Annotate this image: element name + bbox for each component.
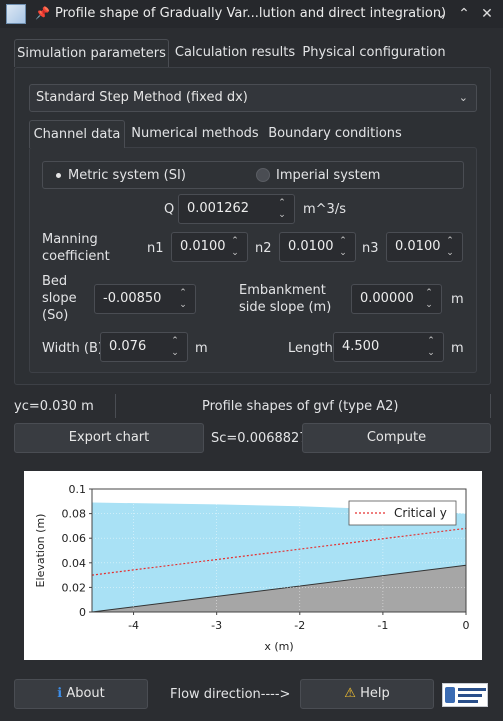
compute-button[interactable]: Compute (302, 423, 491, 453)
metric-radio[interactable] (51, 168, 65, 182)
status-separator (490, 394, 491, 418)
app-icon (6, 4, 26, 24)
manning-label: Manning coefficient (42, 232, 110, 264)
spin-down-icon[interactable]: ⌄ (276, 209, 288, 221)
n1-value: 0.0100 (180, 239, 226, 254)
embankment-value: 0.00000 (360, 291, 414, 306)
chevron-down-icon: ⌄ (458, 91, 468, 104)
imperial-radio[interactable] (256, 168, 270, 182)
q-value: 0.001262 (187, 201, 250, 216)
title-bar: 📌 Profile shape of Gradually Var...lutio… (0, 0, 503, 28)
y-axis-label: Elevation (m) (34, 514, 47, 588)
spin-down-icon[interactable]: ⌄ (423, 299, 435, 311)
pin-icon[interactable]: 📌 (35, 6, 50, 20)
help-button[interactable]: ⚠ Help (300, 679, 434, 709)
bed-slope-value: -0.00850 (103, 291, 162, 306)
y-tick-label: 0 (79, 606, 86, 619)
spin-up-icon[interactable]: ⌃ (444, 235, 456, 247)
embankment-spinbox[interactable]: 0.00000 ⌃ ⌄ (351, 284, 442, 314)
x-tick-label: -4 (128, 619, 139, 632)
y-tick-label: 0.04 (62, 557, 87, 570)
spin-down-icon[interactable]: ⌄ (169, 347, 181, 359)
embankment-label: Embankment side slope (m) (239, 283, 332, 315)
x-tick-label: -1 (377, 619, 388, 632)
length-label: Length (288, 341, 333, 356)
n2-label: n2 (255, 241, 272, 256)
export-chart-button[interactable]: Export chart (14, 423, 204, 453)
profile-chart: 0 0.02 0.04 0.06 0.08 0.1 -4 -3 -2 -1 0 x (m) Elevat… (24, 471, 482, 660)
n3-spinbox[interactable]: 0.0100 ⌃ ⌄ (386, 232, 463, 262)
y-tick-label: 0.08 (62, 508, 87, 521)
profile-type-status: Profile shapes of gvf (type A2) (202, 399, 399, 414)
n1-spinbox[interactable]: 0.0100 ⌃ ⌄ (171, 232, 248, 262)
tab-physical-configuration[interactable]: Physical configuration (301, 39, 447, 67)
width-spinbox[interactable]: 0.076 ⌃ ⌄ (100, 332, 188, 362)
n1-label: n1 (147, 241, 164, 256)
q-label: Q (164, 202, 175, 217)
q-spinbox[interactable]: 0.001262 ⌃ ⌄ (178, 194, 295, 224)
close-icon[interactable]: ✕ (477, 4, 497, 24)
y-tick-label: 0.06 (62, 532, 87, 545)
imperial-radio-label[interactable]: Imperial system (276, 167, 380, 184)
profile-chart-svg: 0 0.02 0.04 0.06 0.08 0.1 -4 -3 -2 -1 0 x (m) Elevat… (34, 483, 470, 653)
status-separator (115, 394, 116, 418)
critical-depth-status: yc=0.030 m (14, 399, 94, 414)
spin-down-icon[interactable]: ⌄ (444, 247, 456, 259)
bed-slope-label: Bed slope (So) (42, 274, 77, 323)
y-tick-label: 0.02 (62, 581, 87, 594)
critical-slope-status: Sc=0.0068827 (211, 431, 308, 446)
tab-numerical-methods[interactable]: Numerical methods (128, 120, 262, 148)
unit-system-group: Metric system (SI) Imperial system (42, 161, 464, 189)
spin-up-icon[interactable]: ⌃ (229, 235, 241, 247)
maximize-icon[interactable]: ⌃ (454, 4, 474, 24)
method-select[interactable]: Standard Step Method (fixed dx) ⌄ (29, 84, 477, 112)
length-spinbox[interactable]: 4.500 ⌃ ⌄ (333, 332, 444, 362)
q-unit-label: m^3/s (303, 202, 346, 217)
minimize-icon[interactable]: ⌄ (431, 4, 451, 24)
spin-up-icon[interactable]: ⌃ (337, 235, 349, 247)
x-axis-label: x (m) (264, 640, 293, 653)
warning-icon: ⚠ (344, 686, 356, 701)
x-tick-label: -2 (294, 619, 305, 632)
bed-slope-spinbox[interactable]: -0.00850 ⌃ ⌄ (94, 284, 196, 314)
flow-direction-label: Flow direction----> (170, 687, 291, 702)
width-value: 0.076 (109, 339, 147, 354)
metric-radio-label[interactable]: Metric system (SI) (68, 167, 186, 184)
y-tick-label: 0.1 (69, 483, 87, 496)
tab-boundary-conditions[interactable]: Boundary conditions (265, 120, 405, 148)
spin-up-icon[interactable]: ⌃ (177, 287, 189, 299)
spin-down-icon[interactable]: ⌄ (229, 247, 241, 259)
spin-down-icon[interactable]: ⌄ (425, 347, 437, 359)
spin-up-icon[interactable]: ⌃ (423, 287, 435, 299)
n2-value: 0.0100 (288, 239, 334, 254)
spin-up-icon[interactable]: ⌃ (276, 197, 288, 209)
n3-value: 0.0100 (395, 239, 441, 254)
method-select-value: Standard Step Method (fixed dx) (36, 90, 248, 105)
n2-spinbox[interactable]: 0.0100 ⌃ ⌄ (279, 232, 356, 262)
legend-label: Critical y (394, 506, 447, 520)
info-icon: ℹ (57, 686, 63, 701)
spin-down-icon[interactable]: ⌄ (337, 247, 349, 259)
width-label: Width (B) (42, 341, 103, 356)
spin-down-icon[interactable]: ⌄ (177, 299, 189, 311)
x-tick-label: 0 (463, 619, 470, 632)
length-value: 4.500 (342, 339, 380, 354)
x-tick-label: -3 (211, 619, 222, 632)
spin-up-icon[interactable]: ⌃ (169, 335, 181, 347)
window-title: Profile shape of Gradually Var...lution … (55, 6, 447, 21)
tab-channel-data[interactable]: Channel data (29, 120, 125, 148)
about-button[interactable]: ℹ About (14, 679, 148, 709)
university-logo (442, 683, 488, 707)
embankment-unit-label: m (451, 292, 464, 307)
width-unit-label: m (195, 341, 208, 356)
help-button-label: Help (360, 686, 390, 701)
spin-up-icon[interactable]: ⌃ (425, 335, 437, 347)
tab-calculation-results[interactable]: Calculation results (171, 39, 299, 67)
n3-label: n3 (362, 241, 379, 256)
about-button-label: About (66, 686, 105, 701)
tab-simulation-parameters[interactable]: Simulation parameters (14, 39, 169, 67)
length-unit-label: m (451, 341, 464, 356)
